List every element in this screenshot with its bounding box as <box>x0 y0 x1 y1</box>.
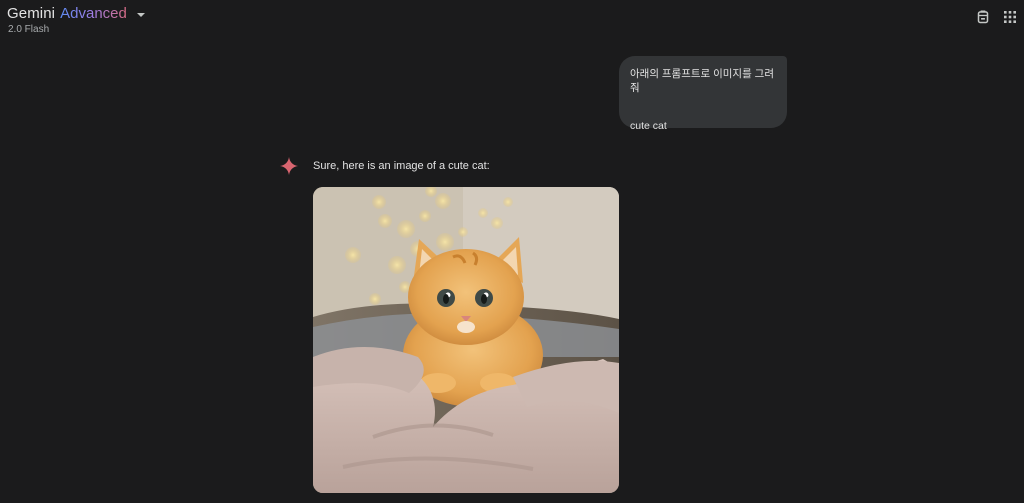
user-message-text: cute cat <box>630 120 667 132</box>
chevron-down-icon <box>136 12 145 17</box>
user-message-prompt: 아래의 프롬프트로 이미지를 그려줘 <box>630 68 774 94</box>
gemini-app: Gemini Advanced 2.0 Flash 아래의 프롬프트로 이미지를… <box>0 0 1024 503</box>
model-version: 2.0 Flash <box>8 24 50 35</box>
model-response-text: Sure, here is an image of a cute cat: <box>313 160 490 172</box>
apps-grid-icon[interactable] <box>1001 8 1019 26</box>
temporary-chat-icon[interactable] <box>974 8 992 26</box>
user-message-bubble: 아래의 프롬프트로 이미지를 그려줘 cute cat <box>619 56 787 132</box>
generated-cat-image[interactable] <box>313 187 619 493</box>
brand-name: Gemini <box>7 5 56 22</box>
brand-tier: Advanced <box>60 5 127 22</box>
gemini-spark-icon <box>279 156 299 176</box>
model-switcher[interactable]: Gemini Advanced <box>7 5 145 22</box>
